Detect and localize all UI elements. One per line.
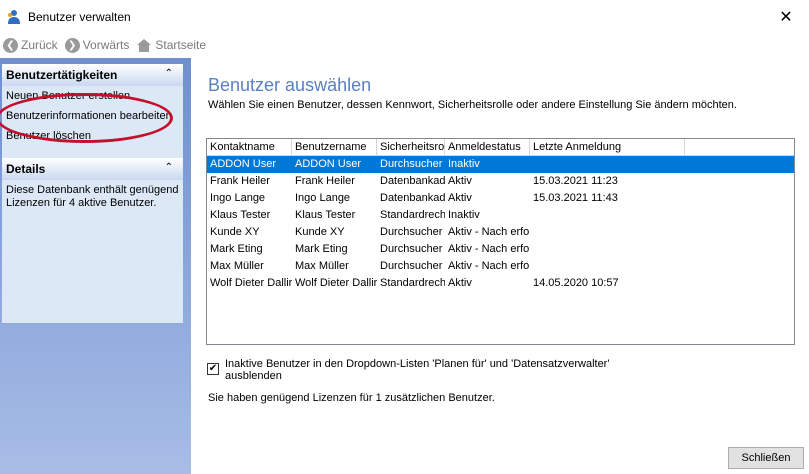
forward-label: Vorwärts bbox=[82, 38, 130, 52]
home-icon bbox=[136, 38, 152, 53]
details-text: Diese Datenbank enthält genügend Lizenze… bbox=[6, 184, 179, 209]
close-button[interactable]: Schließen bbox=[728, 447, 804, 469]
table-cell: 14.05.2020 10:57 bbox=[533, 277, 619, 289]
column-header[interactable]: Letzte Anmeldung bbox=[530, 139, 685, 156]
home-button[interactable]: Startseite bbox=[136, 38, 206, 53]
users-table[interactable]: Kontaktname Benutzername Sicherheitsrol … bbox=[206, 138, 795, 345]
table-cell: ADDON User bbox=[210, 158, 277, 170]
table-cell: Datenbankad bbox=[380, 175, 445, 187]
table-cell: Max Müller bbox=[295, 260, 349, 272]
table-cell: Klaus Tester bbox=[295, 209, 356, 221]
column-header[interactable]: Sicherheitsrol bbox=[377, 139, 445, 156]
page-subtitle: Wählen Sie einen Benutzer, dessen Kennwo… bbox=[208, 99, 737, 111]
table-cell bbox=[530, 224, 685, 241]
tasks-list: Neuen Benutzer erstellen Benutzerinforma… bbox=[2, 86, 183, 156]
table-cell: Kunde XY bbox=[210, 226, 260, 238]
table-cell bbox=[530, 258, 685, 275]
column-header[interactable]: Anmeldestatus bbox=[445, 139, 530, 156]
tasks-panel: Benutzertätigkeiten ⌃ Neuen Benutzer ers… bbox=[2, 64, 183, 160]
task-edit-user-info[interactable]: Benutzerinformationen bearbeiten bbox=[6, 110, 179, 123]
table-cell bbox=[530, 156, 685, 173]
users-app-icon bbox=[6, 9, 22, 25]
table-cell bbox=[530, 241, 685, 258]
tasks-panel-header[interactable]: Benutzertätigkeiten ⌃ bbox=[2, 64, 183, 86]
table-cell bbox=[530, 207, 685, 224]
table-cell: Aktiv bbox=[448, 175, 472, 187]
table-cell: Ingo Lange bbox=[210, 192, 266, 204]
table-cell: Aktiv - Nach erfo bbox=[448, 260, 530, 272]
table-cell: Kunde XY bbox=[295, 226, 345, 238]
hide-inactive-option: ✔ Inaktive Benutzer in den Dropdown-List… bbox=[207, 358, 645, 382]
details-panel: Details ⌃ Diese Datenbank enthält genüge… bbox=[2, 158, 183, 323]
title-bar: Benutzer verwalten ✕ bbox=[0, 0, 809, 33]
table-cell: Ingo Lange bbox=[295, 192, 351, 204]
table-cell: Mark Eting bbox=[210, 243, 263, 255]
details-panel-header[interactable]: Details ⌃ bbox=[2, 158, 183, 180]
table-cell: Durchsucher bbox=[380, 243, 443, 255]
task-delete-user[interactable]: Benutzer löschen bbox=[6, 130, 179, 143]
column-header[interactable]: Kontaktname bbox=[207, 139, 292, 156]
table-cell: Aktiv - Nach erfo bbox=[448, 226, 530, 238]
page-title: Benutzer auswählen bbox=[208, 75, 372, 95]
table-header: Kontaktname Benutzername Sicherheitsrol … bbox=[207, 139, 794, 156]
column-header[interactable]: Benutzername bbox=[292, 139, 377, 156]
tasks-panel-title: Benutzertätigkeiten bbox=[6, 68, 118, 82]
forward-button[interactable]: ❯ Vorwärts bbox=[64, 37, 130, 53]
arrow-right-icon: ❯ bbox=[64, 37, 80, 53]
table-cell: 15.03.2021 11:43 bbox=[533, 192, 618, 204]
license-info: Sie haben genügend Lizenzen für 1 zusätz… bbox=[208, 392, 495, 404]
chevron-up-icon[interactable]: ⌃ bbox=[165, 68, 173, 79]
hide-inactive-checkbox[interactable]: ✔ bbox=[207, 363, 219, 375]
back-label: Zurück bbox=[21, 38, 58, 52]
table-cell: Wolf Dieter Dallir bbox=[210, 277, 292, 289]
table-cell: Inaktiv bbox=[448, 158, 480, 170]
table-cell: Inaktiv bbox=[448, 209, 480, 221]
window-title: Benutzer verwalten bbox=[28, 9, 131, 24]
table-cell: Datenbankad bbox=[380, 192, 445, 204]
table-cell: Durchsucher bbox=[380, 158, 443, 170]
table-row[interactable]: Ingo Lange Ingo Lange Datenbankad Aktiv 15.0… bbox=[207, 190, 794, 207]
table-cell: Klaus Tester bbox=[210, 209, 271, 221]
table-cell: Wolf Dieter Dallir bbox=[295, 277, 377, 289]
table-body: ADDON User ADDON User Durchsucher Inaktiv Fr… bbox=[207, 156, 794, 292]
details-panel-title: Details bbox=[6, 162, 46, 176]
table-cell: 15.03.2021 11:23 bbox=[533, 175, 618, 187]
table-row[interactable]: Frank Heiler Frank Heiler Datenbankad Aktiv… bbox=[207, 173, 794, 190]
table-row[interactable]: Wolf Dieter Dallir Wolf Dieter Dallir Stan… bbox=[207, 275, 794, 292]
table-row[interactable]: Max Müller Max Müller Durchsucher Aktiv - N… bbox=[207, 258, 794, 275]
table-cell: Durchsucher bbox=[380, 226, 443, 238]
close-icon[interactable]: ✕ bbox=[763, 0, 809, 33]
table-cell: Aktiv bbox=[448, 277, 472, 289]
table-cell: ADDON User bbox=[295, 158, 362, 170]
table-row[interactable]: Klaus Tester Klaus Tester Standardrech Inak… bbox=[207, 207, 794, 224]
navigation-bar: ❮ Zurück ❯ Vorwärts Startseite bbox=[0, 33, 809, 57]
table-cell: Max Müller bbox=[210, 260, 264, 272]
sidebar: Benutzertätigkeiten ⌃ Neuen Benutzer ers… bbox=[0, 58, 191, 474]
main-content: Benutzer auswählen Wählen Sie einen Benu… bbox=[191, 58, 809, 474]
table-cell: Frank Heiler bbox=[295, 175, 355, 187]
table-row[interactable]: ADDON User ADDON User Durchsucher Inaktiv bbox=[207, 156, 794, 173]
hide-inactive-label: Inaktive Benutzer in den Dropdown-Listen… bbox=[225, 358, 610, 382]
table-cell: Durchsucher bbox=[380, 260, 443, 272]
table-cell: Frank Heiler bbox=[210, 175, 270, 187]
table-cell: Aktiv - Nach erfo bbox=[448, 243, 530, 255]
chevron-up-icon[interactable]: ⌃ bbox=[165, 162, 173, 173]
table-cell: Standardrech bbox=[380, 277, 445, 289]
arrow-left-icon: ❮ bbox=[3, 37, 18, 53]
home-label: Startseite bbox=[155, 38, 207, 52]
table-cell: Aktiv bbox=[448, 192, 472, 204]
table-cell: Mark Eting bbox=[295, 243, 348, 255]
back-button[interactable]: ❮ Zurück bbox=[3, 37, 58, 53]
table-row[interactable]: Mark Eting Mark Eting Durchsucher Aktiv - N… bbox=[207, 241, 794, 258]
table-cell: Standardrech bbox=[380, 209, 445, 221]
task-new-user[interactable]: Neuen Benutzer erstellen bbox=[6, 90, 179, 103]
table-row[interactable]: Kunde XY Kunde XY Durchsucher Aktiv - Nach … bbox=[207, 224, 794, 241]
